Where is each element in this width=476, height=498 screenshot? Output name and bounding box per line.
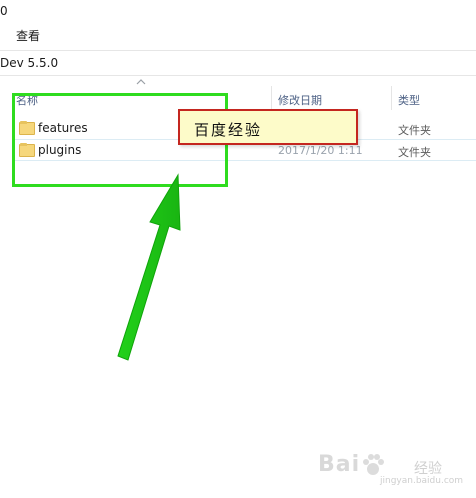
file-type: 文件夹 — [398, 124, 431, 137]
paw-logo-icon — [363, 454, 384, 475]
column-separator[interactable] — [391, 86, 392, 110]
menu-view-tab[interactable]: 查看 — [16, 27, 40, 44]
watermark-url: jingyan.baidu.com — [380, 476, 464, 486]
file-type: 文件夹 — [398, 146, 431, 159]
callout-text: 百度经验 — [194, 121, 263, 139]
file-date: 2017/1/20 1:11 — [278, 144, 363, 157]
column-modified-header[interactable]: 修改日期 — [278, 92, 322, 108]
address-path: Dev 5.5.0 — [0, 56, 59, 70]
callout-tooltip: 百度经验 — [178, 109, 358, 145]
arrow-annotation-icon — [117, 173, 181, 361]
sort-up-icon — [136, 79, 146, 85]
column-type-header[interactable]: 类型 — [398, 92, 420, 108]
watermark: Bai 经验 jingyan.baidu.com — [318, 452, 468, 486]
window-title: 0 — [0, 4, 8, 18]
watermark-brand: Bai — [318, 452, 361, 477]
column-separator[interactable] — [271, 86, 272, 110]
address-bar[interactable] — [0, 50, 476, 76]
watermark-cn: 经验 — [414, 461, 442, 477]
